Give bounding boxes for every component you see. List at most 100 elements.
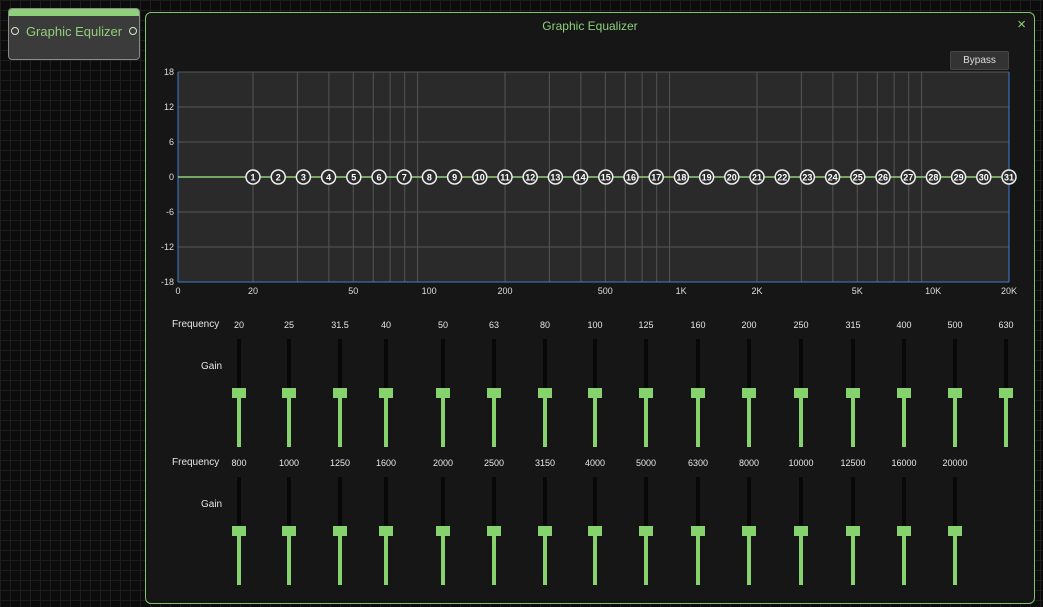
slider-thumb[interactable] [588,388,602,398]
gain-slider[interactable] [943,477,967,585]
slider-fill [441,531,445,585]
slider-thumb[interactable] [538,526,552,536]
slider-fill [492,393,496,447]
graphic-equalizer-node[interactable]: Graphic Equlizer [8,8,140,60]
slider-fill [237,531,241,585]
slider-thumb[interactable] [999,388,1013,398]
gain-slider[interactable] [583,477,607,585]
band-marker-label: 21 [752,173,762,183]
gain-slider[interactable] [789,477,813,585]
slider-thumb[interactable] [333,526,347,536]
slider-thumb[interactable] [436,526,450,536]
gain-slider[interactable] [841,477,865,585]
slider-thumb[interactable] [691,388,705,398]
gain-slider[interactable] [892,339,916,447]
gain-slider[interactable] [227,477,251,585]
gain-slider[interactable] [374,477,398,585]
gain-slider[interactable] [227,339,251,447]
gain-slider[interactable] [533,339,557,447]
slider-thumb[interactable] [897,526,911,536]
slider-thumb[interactable] [379,388,393,398]
band-frequency-label: 1000 [278,458,300,468]
x-tick-label: 10K [925,286,941,296]
gain-slider[interactable] [277,339,301,447]
gain-slider[interactable] [737,339,761,447]
gain-slider[interactable] [277,477,301,585]
band-marker-label: 25 [853,173,863,183]
slider-fill [237,393,241,447]
gain-slider[interactable] [634,477,658,585]
slider-thumb[interactable] [742,526,756,536]
band-frequency-label: 4000 [584,458,606,468]
gain-slider[interactable] [328,339,352,447]
slider-thumb[interactable] [588,526,602,536]
slider-thumb[interactable] [948,526,962,536]
slider-fill [644,531,648,585]
gain-slider[interactable] [789,339,813,447]
gain-slider[interactable] [328,477,352,585]
slider-thumb[interactable] [742,388,756,398]
gain-row-label: Gain [201,361,223,372]
slider-thumb[interactable] [487,526,501,536]
gain-slider[interactable] [482,477,506,585]
slider-thumb[interactable] [232,526,246,536]
slider-fill [287,393,291,447]
band-frequency-label: 2500 [483,458,505,468]
slider-fill [543,531,547,585]
band-marker-label: 28 [928,173,938,183]
slider-thumb[interactable] [846,388,860,398]
gain-slider[interactable] [994,339,1018,447]
slider-thumb[interactable] [232,388,246,398]
slider-fill [593,531,597,585]
band-frequency-label: 5000 [635,458,657,468]
gain-slider[interactable] [841,339,865,447]
gain-slider[interactable] [737,477,761,585]
slider-thumb[interactable] [282,388,296,398]
y-tick-label: -6 [166,207,174,217]
slider-thumb[interactable] [846,526,860,536]
slider-fill [696,393,700,447]
y-tick-label: 12 [164,102,174,112]
band-marker-label: 13 [550,173,560,183]
gain-slider[interactable] [533,477,557,585]
slider-fill [953,393,957,447]
band-marker-label: 29 [954,173,964,183]
slider-thumb[interactable] [333,388,347,398]
slider-fill [543,393,547,447]
gain-slider[interactable] [431,339,455,447]
slider-thumb[interactable] [282,526,296,536]
output-port-icon[interactable] [129,27,137,35]
slider-thumb[interactable] [487,388,501,398]
gain-slider[interactable] [686,477,710,585]
gain-slider[interactable] [686,339,710,447]
slider-thumb[interactable] [691,526,705,536]
band-marker-label: 17 [651,173,661,183]
slider-thumb[interactable] [794,526,808,536]
node-header-bar [9,9,139,16]
band-marker-label: 16 [626,173,636,183]
gain-slider[interactable] [482,339,506,447]
band-frequency-label: 1600 [375,458,397,468]
slider-thumb[interactable] [639,526,653,536]
slider-thumb[interactable] [794,388,808,398]
gain-slider[interactable] [583,339,607,447]
band-frequency-label: 125 [638,320,654,330]
slider-thumb[interactable] [639,388,653,398]
gain-slider[interactable] [634,339,658,447]
slider-thumb[interactable] [379,526,393,536]
band-frequency-label: 3150 [534,458,556,468]
slider-thumb[interactable] [538,388,552,398]
band-frequency-label: 200 [741,320,757,330]
slider-thumb[interactable] [436,388,450,398]
gain-slider[interactable] [892,477,916,585]
gain-slider[interactable] [943,339,967,447]
gain-slider[interactable] [431,477,455,585]
slider-fill [799,531,803,585]
slider-thumb[interactable] [948,388,962,398]
y-tick-label: -12 [161,242,174,252]
gain-slider[interactable] [374,339,398,447]
frequency-row-label: Frequency [172,457,220,468]
input-port-icon[interactable] [11,27,19,35]
slider-thumb[interactable] [897,388,911,398]
band-frequency-label: 50 [437,320,448,330]
